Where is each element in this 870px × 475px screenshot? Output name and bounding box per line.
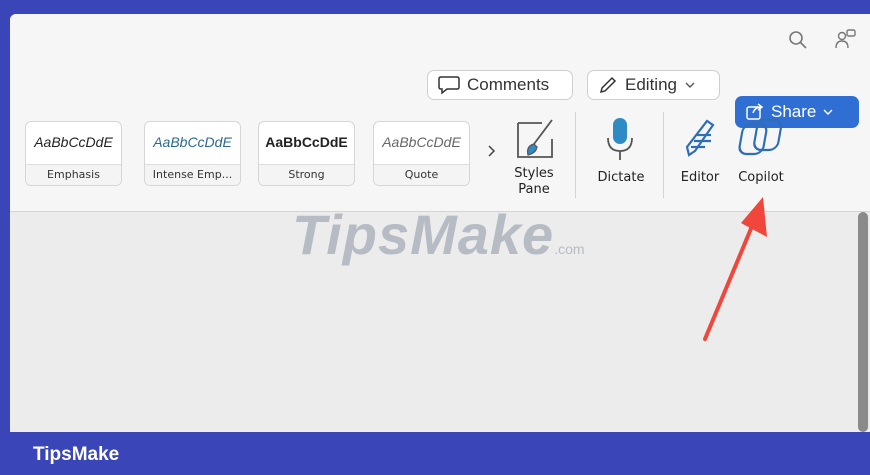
style-name: Emphasis: [26, 164, 121, 185]
footer-brand: TipsMake: [33, 444, 120, 465]
style-sample: AaBbCcDdE: [34, 134, 113, 150]
style-name: Strong: [259, 164, 354, 185]
word-window: Comments Editing Share AaBbCcDdE Emphasi…: [10, 14, 870, 432]
watermark-text: TipsMake: [292, 203, 555, 266]
style-name: Intense Emp...: [145, 164, 240, 185]
style-intense-emphasis[interactable]: AaBbCcDdE Intense Emp...: [144, 121, 241, 186]
comment-icon: [438, 76, 460, 95]
microphone-icon[interactable]: [602, 114, 638, 164]
watermark-suffix: .com: [554, 241, 585, 257]
ribbon: Comments Editing Share AaBbCcDdE Emphasi…: [10, 14, 870, 212]
divider: [663, 112, 664, 198]
style-emphasis[interactable]: AaBbCcDdE Emphasis: [25, 121, 122, 186]
red-arrow-annotation: [703, 197, 767, 341]
style-name: Quote: [374, 164, 469, 185]
style-sample: AaBbCcDdE: [153, 134, 232, 150]
style-quote[interactable]: AaBbCcDdE Quote: [373, 121, 470, 186]
comments-label: Comments: [467, 75, 550, 94]
style-sample: AaBbCcDdE: [265, 134, 348, 150]
styles-pane-icon[interactable]: [510, 115, 558, 165]
styles-pane-label-line2: Pane: [518, 182, 550, 197]
editor-label[interactable]: Editor: [674, 170, 726, 186]
search-icon[interactable]: [786, 28, 810, 52]
styles-pane-label-line1: Styles: [514, 166, 554, 181]
watermark: TipsMake.com: [292, 202, 585, 267]
copilot-label[interactable]: Copilot: [730, 170, 792, 186]
share-people-icon[interactable]: [832, 26, 858, 52]
chevron-down-icon: [823, 109, 833, 115]
divider: [575, 112, 576, 198]
style-strong[interactable]: AaBbCcDdE Strong: [258, 121, 355, 186]
dictate-label[interactable]: Dictate: [588, 170, 654, 186]
editor-icon[interactable]: [680, 116, 724, 160]
editing-mode-dropdown[interactable]: Editing: [587, 70, 720, 100]
chevron-down-icon: [685, 82, 695, 88]
editing-label: Editing: [625, 75, 677, 94]
copilot-icon[interactable]: [734, 115, 784, 161]
footer-bar: TipsMake: [0, 432, 870, 475]
vertical-scrollbar[interactable]: [858, 212, 868, 432]
chevron-right-icon[interactable]: [484, 142, 498, 160]
comments-button[interactable]: Comments: [427, 70, 573, 100]
style-sample: AaBbCcDdE: [382, 134, 461, 150]
pencil-icon: [599, 76, 617, 94]
styles-pane-label[interactable]: Styles Pane: [504, 166, 564, 198]
